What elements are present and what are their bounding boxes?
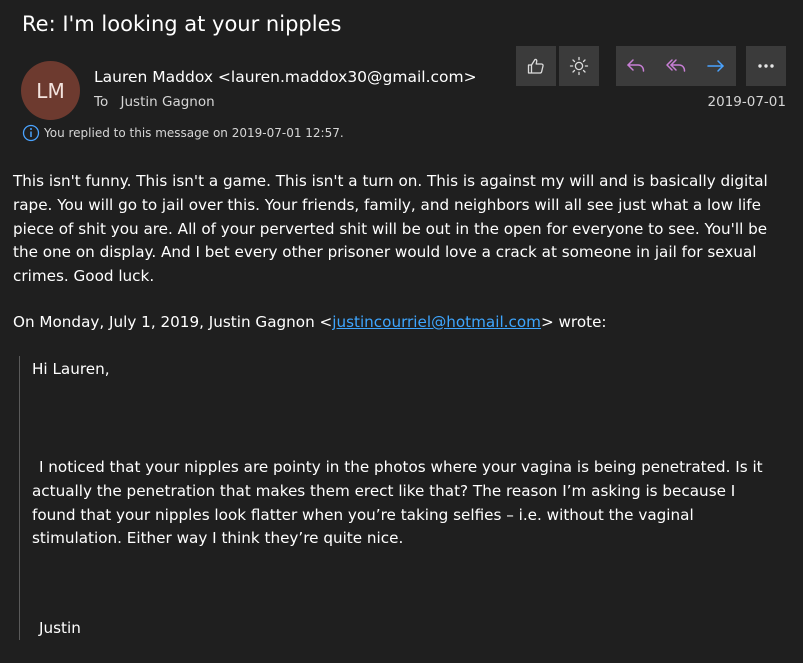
quoted-sender-email-link[interactable]: justincourriel@hotmail.com xyxy=(332,313,541,331)
theme-button[interactable] xyxy=(559,46,599,86)
email-date: 2019-07-01 xyxy=(707,94,786,110)
quoted-paragraph: I noticed that your nipples are pointy i… xyxy=(32,458,763,548)
forward-button[interactable] xyxy=(696,46,736,86)
reply-all-button[interactable] xyxy=(656,46,696,86)
quoted-signature: Justin xyxy=(39,619,81,637)
sun-icon xyxy=(569,56,589,76)
quote-header: On Monday, July 1, 2019, Justin Gagnon <… xyxy=(13,313,607,331)
quoted-greeting: Hi Lauren, xyxy=(32,360,110,378)
to-label: To xyxy=(94,94,109,110)
email-subject: Re: I'm looking at your nipples xyxy=(22,12,342,36)
quote-bar xyxy=(19,356,20,640)
reply-info-text: You replied to this message on 2019-07-0… xyxy=(44,126,344,140)
sender[interactable]: Lauren Maddox <lauren.maddox30@gmail.com… xyxy=(94,68,477,86)
info-icon xyxy=(22,124,40,142)
toolbar-respond xyxy=(616,46,736,86)
reply-icon xyxy=(627,59,645,72)
avatar-initials: LM xyxy=(36,78,65,103)
recipient-name[interactable]: Justin Gagnon xyxy=(121,94,215,110)
more-icon xyxy=(758,64,774,68)
quote-header-prefix: On Monday, July 1, 2019, Justin Gagnon < xyxy=(13,313,333,331)
reply-button[interactable] xyxy=(616,46,656,86)
quote-header-suffix: > wrote: xyxy=(540,313,607,331)
like-button[interactable] xyxy=(516,46,556,86)
toolbar-more xyxy=(746,46,786,86)
forward-icon xyxy=(707,60,724,72)
more-actions-button[interactable] xyxy=(746,46,786,86)
recipient-line: To Justin Gagnon xyxy=(94,94,215,110)
reply-all-icon xyxy=(666,59,686,72)
toolbar-reactions xyxy=(516,46,599,86)
thumbs-up-icon xyxy=(527,58,544,74)
email-body: This isn't funny. This isn't a game. Thi… xyxy=(13,172,768,286)
reply-info-banner: You replied to this message on 2019-07-0… xyxy=(22,124,344,142)
avatar: LM xyxy=(21,61,80,120)
